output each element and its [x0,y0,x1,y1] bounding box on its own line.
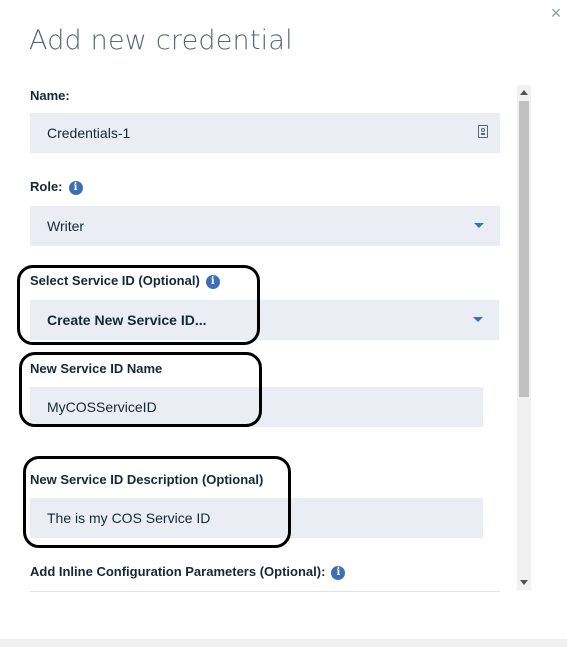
id-card-icon [478,125,488,138]
new-service-id-desc-value: The is my COS Service ID [47,510,211,526]
new-service-id-desc-label-text: New Service ID Description (Optional) [30,472,264,487]
service-id-select-value: Create New Service ID... [47,312,207,328]
dialog-title: Add new credential [29,25,293,56]
service-id-label-text: Select Service ID (Optional) [30,273,200,288]
inline-params-label-text: Add Inline Configuration Parameters (Opt… [30,564,326,579]
close-icon[interactable]: × [547,4,565,22]
role-label: Role: i [30,179,83,195]
scrollbar[interactable] [517,85,531,590]
inline-params-label: Add Inline Configuration Parameters (Opt… [30,564,346,580]
name-input[interactable]: Credentials-1 [30,113,500,153]
new-service-id-desc-label: New Service ID Description (Optional) [30,472,263,487]
new-service-id-name-label: New Service ID Name [30,361,162,376]
role-label-text: Role: [30,179,63,194]
scrollbar-thumb[interactable] [519,101,529,397]
field-divider [30,591,500,592]
new-service-id-name-label-text: New Service ID Name [30,361,163,376]
info-icon[interactable]: i [205,275,220,289]
dialog-footer [0,639,567,647]
info-icon[interactable]: i [331,566,346,580]
role-select[interactable]: Writer [30,206,500,246]
new-service-id-name-value: MyCOSServiceID [47,399,157,415]
chevron-down-icon [474,223,484,228]
new-service-id-name-input[interactable]: MyCOSServiceID [30,387,483,427]
scroll-down-icon[interactable] [520,580,528,585]
chevron-down-icon [473,317,483,322]
info-icon[interactable]: i [68,181,83,195]
role-select-value: Writer [47,218,85,234]
new-service-id-desc-input[interactable]: The is my COS Service ID [30,498,483,538]
name-input-value: Credentials-1 [47,125,131,141]
service-id-label: Select Service ID (Optional) i [30,273,220,289]
service-id-select[interactable]: Create New Service ID... [30,300,499,340]
scroll-up-icon[interactable] [520,90,528,95]
name-label: Name: [30,88,70,103]
name-label-text: Name: [30,88,70,103]
